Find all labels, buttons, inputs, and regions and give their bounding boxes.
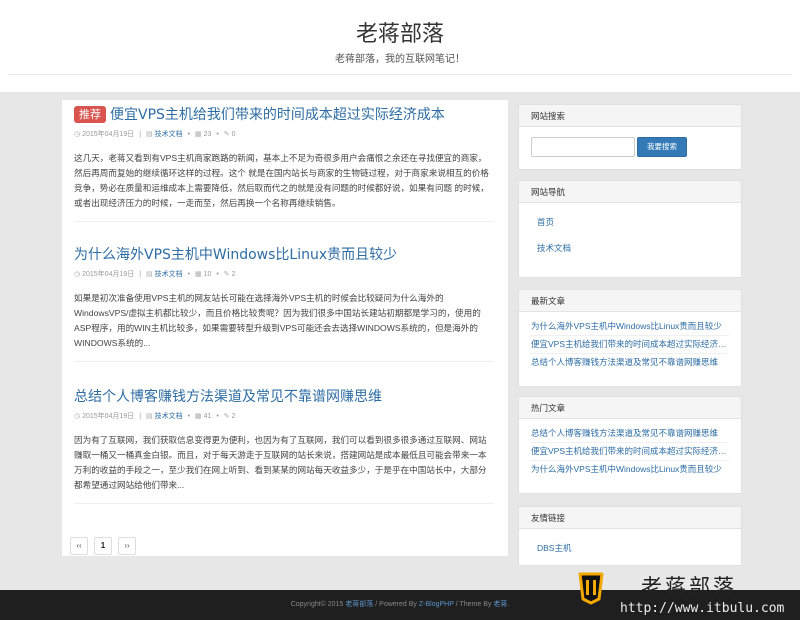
friend-links-widget: 友情链接 DBS主机 [518,506,742,566]
search-widget: 网站搜索 我要搜索 [518,104,742,170]
recommended-badge: 推荐 [74,106,106,123]
widget-title: 友情链接 [519,507,741,529]
post-comments: 2 [231,270,236,278]
post-views: 10 [203,270,212,278]
post-category-link[interactable]: 技术文档 [155,413,183,420]
watermark-url: http://www.itbulu.com [620,601,785,616]
post-date: 2015年04月19日 [82,413,135,421]
watermark: 老蒋部落 http://www.itbulu.com [575,571,800,620]
folder-icon: ▤ [146,413,153,421]
post-comments: 0 [231,130,236,138]
post-title: 为什么海外VPS主机中Windows比Linux贵而且较少 [74,246,494,264]
widget-title: 最新文章 [519,290,741,312]
post-item: 总结个人博客赚钱方法渠道及常见不靠谱网赚思维 ◷ 2015年04月19日 | ▤ 技… [74,388,494,504]
pagination-next-button[interactable]: ›› [118,537,136,555]
nav-link-tech-docs[interactable]: 技术文档 [531,235,729,261]
search-input[interactable] [531,137,635,157]
site-header: 老蒋部落 老蒋部落，我的互联网笔记！ [0,0,800,92]
post-excerpt: 因为有了互联网，我们获取信息变得更为便利，也因为有了互联网，我们可以看到很多很多… [74,435,487,490]
pagination-prev-button[interactable]: ‹‹ [70,537,88,555]
post-comments: 2 [231,412,236,420]
footer-site-link[interactable]: 老蒋部落 [345,601,373,608]
post-item: 为什么海外VPS主机中Windows比Linux贵而且较少 ◷ 2015年04月1… [74,246,494,362]
friend-link[interactable]: DBS主机 [531,535,729,561]
post-date: 2015年04月19日 [82,131,135,139]
post-views: 41 [203,412,212,420]
widget-title: 网站导航 [519,181,741,203]
post-title-link[interactable]: 便宜VPS主机给我们带来的时间成本超过实际经济成本 [110,107,445,123]
widget-title: 热门文章 [519,397,741,419]
post-list: 推荐 便宜VPS主机给我们带来的时间成本超过实际经济成本 ◷ 2015年04月19日… [62,100,508,556]
post-category-link[interactable]: 技术文档 [155,271,183,278]
hot-post-link[interactable]: 便宜VPS主机给我们带来的时间成本超过实际经济成本 [531,443,729,461]
post-excerpt: 这几天，老蒋又看到有VPS主机商家跑路的新闻，基本上不足为奇很多用户会痛恨之余还… [74,153,489,208]
widget-title: 网站搜索 [519,105,741,127]
watermark-name: 老蒋部落 [641,575,737,599]
latest-posts-widget: 最新文章 为什么海外VPS主机中Windows比Linux贵而且较少 便宜VPS… [518,289,742,387]
post-date: 2015年04月19日 [82,271,135,279]
views-icon: ▦ [194,131,202,139]
pagination-page-1[interactable]: 1 [94,537,112,555]
footer-end: . [507,601,510,608]
pencil-icon: ✎ [223,413,230,421]
itbulu-logo-icon [578,572,604,605]
latest-post-link[interactable]: 便宜VPS主机给我们带来的时间成本超过实际经济成本 [531,336,729,354]
pencil-icon: ✎ [223,131,230,139]
post-category-link[interactable]: 技术文档 [155,131,183,138]
post-views: 23 [203,130,212,138]
footer-theme-label: / Theme By [455,601,492,608]
post-item: 推荐 便宜VPS主机给我们带来的时间成本超过实际经济成本 ◷ 2015年04月19日… [74,106,494,222]
post-meta: ◷ 2015年04月19日 | ▤ 技术文档 • ▦ 10 • ✎ 2 [74,270,236,279]
page-body: 推荐 便宜VPS主机给我们带来的时间成本超过实际经济成本 ◷ 2015年04月19日… [0,92,800,590]
hot-post-link[interactable]: 总结个人博客赚钱方法渠道及常见不靠谱网赚思维 [531,425,729,443]
footer-zblog-link[interactable]: Z-BlogPHP [419,601,454,608]
site-subtitle: 老蒋部落，我的互联网笔记！ [335,54,465,65]
post-title-link[interactable]: 为什么海外VPS主机中Windows比Linux贵而且较少 [74,247,397,263]
pencil-icon: ✎ [223,271,230,279]
nav-widget: 网站导航 首页 技术文档 [518,180,742,278]
footer-powered-label: / Powered By [375,601,417,608]
search-button[interactable]: 我要搜索 [637,137,687,157]
latest-post-link[interactable]: 为什么海外VPS主机中Windows比Linux贵而且较少 [531,318,729,336]
post-meta: ◷ 2015年04月19日 | ▤ 技术文档 • ▦ 41 • ✎ 2 [74,412,236,421]
post-title: 推荐 便宜VPS主机给我们带来的时间成本超过实际经济成本 [74,106,494,124]
header-divider [8,74,792,75]
footer-copyright: Copyright© 2015 [290,601,344,608]
site-title[interactable]: 老蒋部落 [0,16,800,48]
folder-icon: ▤ [146,271,153,279]
post-title-link[interactable]: 总结个人博客赚钱方法渠道及常见不靠谱网赚思维 [74,389,382,405]
views-icon: ▦ [194,271,202,279]
folder-icon: ▤ [146,131,153,139]
latest-post-link[interactable]: 总结个人博客赚钱方法渠道及常见不靠谱网赚思维 [531,354,729,371]
footer-theme-author-link[interactable]: 老蒋 [493,601,507,608]
calendar-icon: ◷ [74,271,81,279]
nav-link-home[interactable]: 首页 [531,209,729,235]
post-title: 总结个人博客赚钱方法渠道及常见不靠谱网赚思维 [74,388,494,406]
calendar-icon: ◷ [74,131,81,139]
calendar-icon: ◷ [74,413,81,421]
hot-post-link[interactable]: 为什么海外VPS主机中Windows比Linux贵而且较少 [531,461,729,478]
views-icon: ▦ [194,413,202,421]
post-excerpt: 如果是初次准备使用VPS主机的网友站长可能在选择海外VPS主机的时候会比较疑问为… [74,293,481,348]
hot-posts-widget: 热门文章 总结个人博客赚钱方法渠道及常见不靠谱网赚思维 便宜VPS主机给我们带来… [518,396,742,494]
post-meta: ◷ 2015年04月19日 | ▤ 技术文档 • ▦ 23 • ✎ 0 [74,130,236,139]
